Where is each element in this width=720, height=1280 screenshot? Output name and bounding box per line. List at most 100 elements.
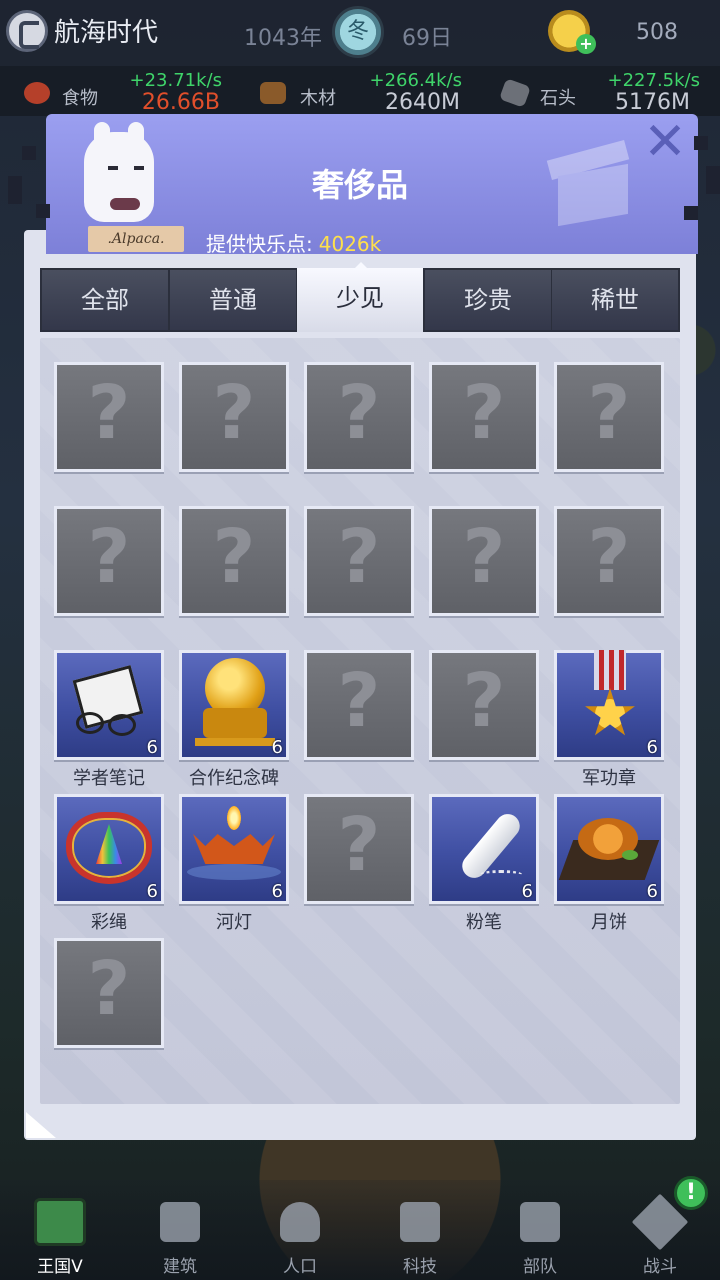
item-slot-unknown[interactable]: ?: [54, 362, 164, 472]
chalk-icon: [439, 804, 529, 894]
question-mark-icon: ?: [462, 658, 506, 744]
question-mark-icon: ?: [462, 370, 506, 456]
mooncake-icon: [558, 810, 660, 890]
era-badge-icon[interactable]: [6, 10, 48, 52]
tab-uncommon[interactable]: 少见: [297, 268, 423, 332]
rarity-tabs: 全部 普通 少见 珍贵 稀世: [40, 268, 680, 332]
day-label: 69日: [402, 26, 452, 51]
resource-bar: 食物 +23.71k/s 26.66B 木材 +266.4k/s 2640M 石…: [0, 66, 720, 116]
tab-precious[interactable]: 珍贵: [425, 270, 551, 330]
item-name: 军功章: [582, 768, 636, 789]
nav-buildings[interactable]: 建筑: [120, 1180, 240, 1280]
nav-technology[interactable]: 科技: [360, 1180, 480, 1280]
dialog-title: 奢侈品: [311, 166, 408, 204]
food-icon: [24, 82, 50, 104]
pixel-decoration: [22, 146, 36, 160]
nav-troops[interactable]: 部队: [480, 1180, 600, 1280]
item-count: 6: [646, 881, 658, 902]
item-slot-unknown[interactable]: ?: [304, 794, 414, 904]
item-slot-military-medal[interactable]: 6 军功章: [554, 650, 664, 789]
gold-amount: 508: [636, 20, 678, 45]
alert-badge-icon[interactable]: !: [674, 1176, 708, 1210]
resource-rate: +266.4k/s: [369, 70, 462, 91]
item-count: 6: [646, 737, 658, 758]
item-count: 6: [521, 881, 533, 902]
dialog-corner-decoration: [26, 1112, 56, 1138]
item-slot-unknown[interactable]: ?: [179, 506, 289, 616]
item-slot-unknown[interactable]: ?: [429, 506, 539, 616]
resource-rate: +23.71k/s: [129, 70, 222, 91]
item-slot-unknown[interactable]: ?: [304, 362, 414, 472]
question-mark-icon: ?: [337, 802, 381, 888]
item-slot-colored-rope[interactable]: 6 彩绳: [54, 794, 164, 933]
top-status-bar: 航海时代 1043年 冬 69日 + 508: [0, 0, 720, 66]
book-icon: [400, 1202, 440, 1242]
person-icon: [280, 1202, 320, 1242]
question-mark-icon: ?: [587, 370, 631, 456]
lantern-icon: [187, 806, 281, 890]
house-icon: [160, 1202, 200, 1242]
item-slot-unknown[interactable]: ?: [304, 650, 414, 760]
alpaca-sign: .Alpaca.: [88, 226, 184, 252]
tab-all[interactable]: 全部: [42, 270, 168, 330]
pixel-decoration: [684, 206, 698, 220]
resource-amount: 2640M: [385, 90, 460, 115]
item-slot-unknown[interactable]: ?: [179, 362, 289, 472]
nav-label: 部队: [523, 1257, 557, 1277]
happiness-points: 提供快乐点: 4026k: [206, 228, 381, 257]
happiness-label: 提供快乐点:: [206, 232, 313, 256]
add-gold-icon[interactable]: +: [576, 34, 596, 54]
year-label: 1043年: [244, 26, 322, 51]
nav-label: 建筑: [163, 1257, 197, 1277]
nav-label: 人口: [283, 1257, 317, 1277]
question-mark-icon: ?: [462, 514, 506, 600]
tab-rare[interactable]: 稀世: [552, 270, 678, 330]
question-mark-icon: ?: [87, 370, 131, 456]
banner-icon: [520, 1202, 560, 1242]
item-count: 6: [146, 881, 158, 902]
season-icon: 冬: [332, 6, 384, 58]
item-name: 合作纪念碑: [189, 768, 279, 789]
nav-population[interactable]: 人口: [240, 1180, 360, 1280]
luxury-item-grid: ? ? ? ? ? ? ? ? ? ? 6 学者笔记 6 合作纪念碑 ? ? 6…: [40, 338, 680, 1104]
nav-label: 王国V: [37, 1257, 83, 1277]
item-slot-unknown[interactable]: ?: [554, 362, 664, 472]
resource-food: 食物 +23.71k/s 26.66B: [0, 66, 230, 116]
bottom-navigation: 王国V 建筑 人口 科技 部队 战斗: [0, 1180, 720, 1280]
resource-label: 石头: [540, 88, 576, 109]
item-slot-unknown[interactable]: ?: [304, 506, 414, 616]
item-slot-mooncake[interactable]: 6 月饼: [554, 794, 664, 933]
era-name: 航海时代: [54, 18, 159, 48]
question-mark-icon: ?: [212, 514, 256, 600]
question-mark-icon: ?: [87, 946, 131, 1032]
item-slot-unknown[interactable]: ?: [554, 506, 664, 616]
nav-label: 科技: [403, 1257, 437, 1277]
wood-icon: [260, 82, 286, 104]
resource-rate: +227.5k/s: [607, 70, 700, 91]
pixel-decoration: [36, 204, 50, 218]
item-count: 6: [271, 881, 283, 902]
item-slot-unknown[interactable]: ?: [429, 362, 539, 472]
question-mark-icon: ?: [337, 370, 381, 456]
nav-kingdom[interactable]: 王国V: [0, 1180, 120, 1280]
castle-icon: [34, 1198, 86, 1246]
question-mark-icon: ?: [337, 658, 381, 744]
item-slot-unknown[interactable]: ?: [429, 650, 539, 760]
item-slot-chalk[interactable]: 6 粉笔: [429, 794, 539, 933]
item-name: 月饼: [591, 912, 627, 933]
item-slot-river-lantern[interactable]: 6 河灯: [179, 794, 289, 933]
resource-label: 木材: [300, 88, 336, 109]
item-slot-unknown[interactable]: ?: [54, 938, 164, 1048]
happiness-value: 4026k: [318, 232, 382, 256]
resource-wood: 木材 +266.4k/s 2640M: [240, 66, 470, 116]
item-slot-cooperation-monument[interactable]: 6 合作纪念碑: [179, 650, 289, 789]
item-count: 6: [146, 737, 158, 758]
tab-common[interactable]: 普通: [170, 270, 296, 330]
question-mark-icon: ?: [337, 514, 381, 600]
item-count: 6: [271, 737, 283, 758]
question-mark-icon: ?: [87, 514, 131, 600]
resource-amount: 26.66B: [141, 90, 220, 115]
item-slot-scholar-notes[interactable]: 6 学者笔记: [54, 650, 164, 789]
rope-icon: [62, 804, 156, 890]
item-slot-unknown[interactable]: ?: [54, 506, 164, 616]
